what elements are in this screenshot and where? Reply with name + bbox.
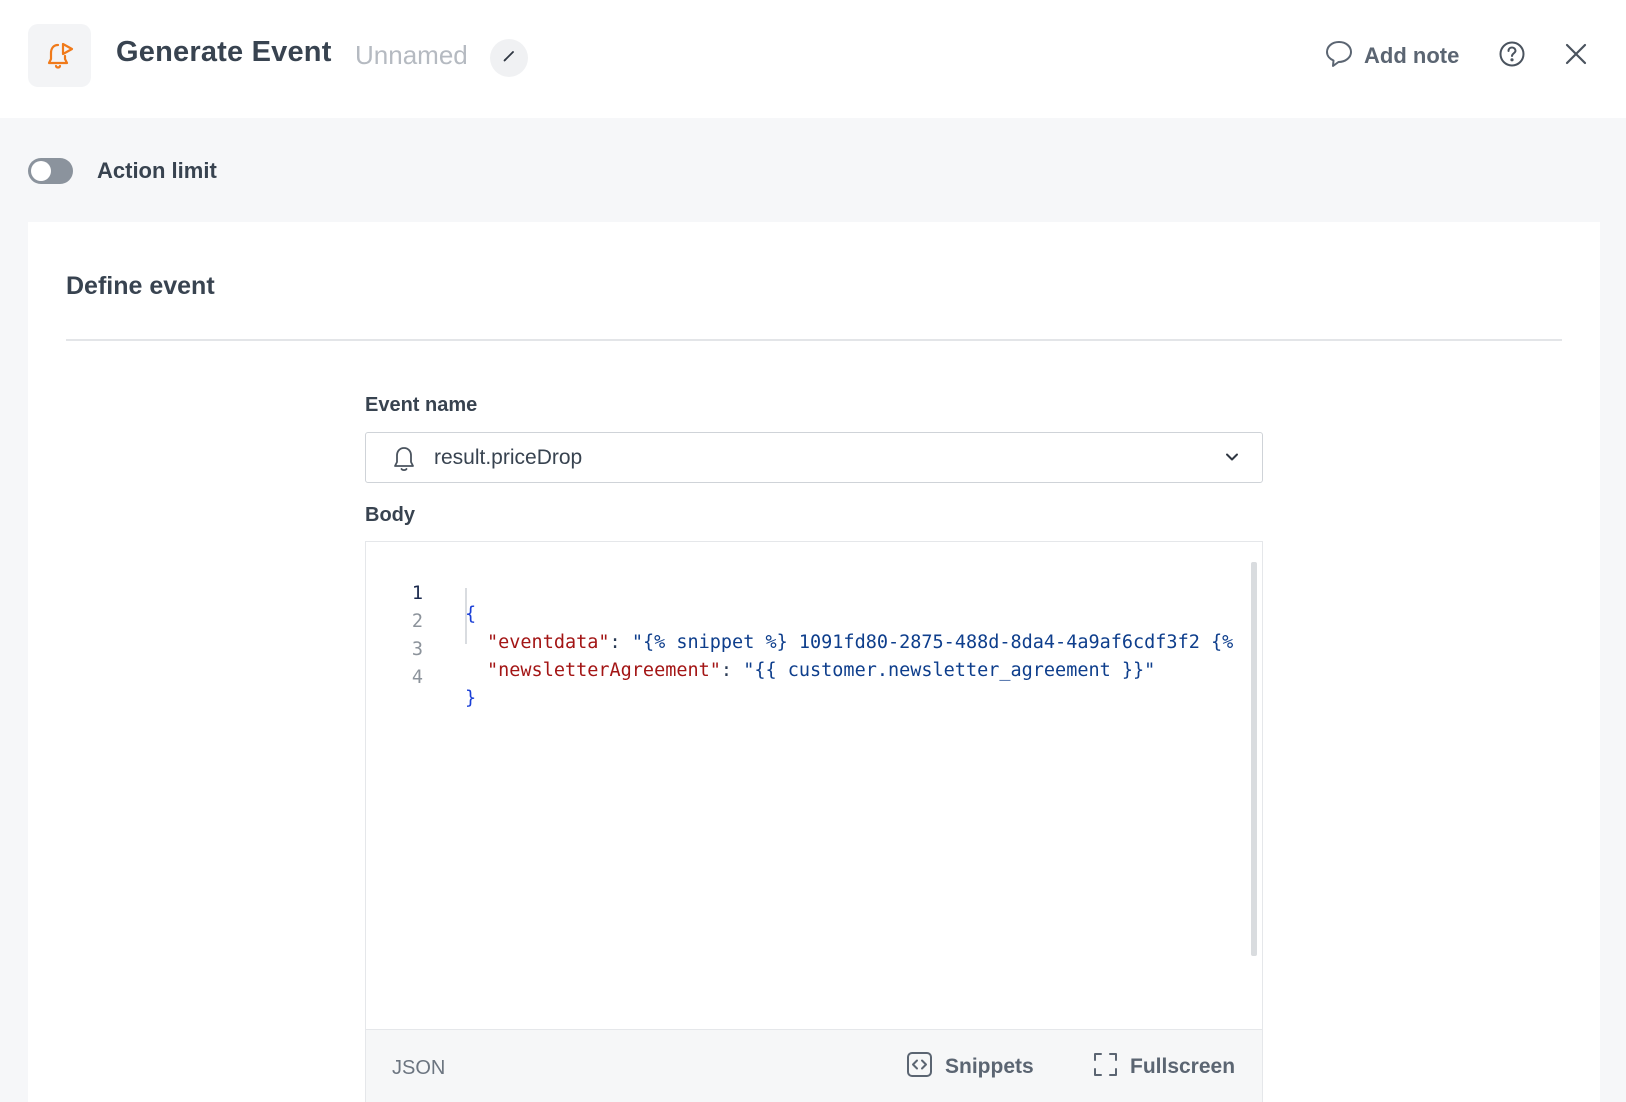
snippets-label: Snippets: [945, 1055, 1034, 1078]
toggle-knob: [31, 161, 51, 181]
section-title: Define event: [66, 272, 215, 300]
question-circle-icon: [1498, 40, 1526, 73]
add-note-label: Add note: [1364, 43, 1460, 68]
code-line: 4 }: [366, 646, 1246, 709]
fullscreen-icon: [1093, 1052, 1118, 1082]
pencil-icon: [502, 49, 516, 68]
close-button[interactable]: [1560, 40, 1592, 72]
body-label: Body: [365, 504, 415, 526]
fullscreen-label: Fullscreen: [1130, 1055, 1236, 1078]
line-number: 4: [411, 667, 423, 688]
fullscreen-button[interactable]: Fullscreen: [1093, 1052, 1235, 1082]
code-line: 1 {: [366, 562, 1246, 625]
snippets-button[interactable]: Snippets: [906, 1052, 1034, 1082]
section-divider: [66, 339, 1562, 341]
close-icon: [1565, 43, 1587, 70]
event-name-select[interactable]: result.priceDrop: [365, 432, 1263, 483]
add-note-button[interactable]: Add note: [1324, 38, 1459, 74]
event-name-value: result.priceDrop: [434, 446, 583, 469]
bell-icon: [392, 446, 416, 477]
code-area[interactable]: 1 { 2 "eventdata": "{% snippet %} 1091fd…: [366, 542, 1246, 1029]
code-line: 3 "newsletterAgreement": "{{ customer.ne…: [366, 618, 1246, 681]
editor-footer: JSON Snippets Fullscreen: [366, 1029, 1262, 1102]
json-code-editor[interactable]: 1 { 2 "eventdata": "{% snippet %} 1091fd…: [365, 541, 1263, 1102]
event-name-label: Event name: [365, 394, 478, 416]
edit-name-button[interactable]: [490, 39, 528, 77]
code-line: 2 "eventdata": "{% snippet %} 1091fd80-2…: [366, 590, 1246, 653]
page-title: Generate Event: [116, 36, 332, 68]
generate-event-icon: [28, 24, 91, 87]
vertical-scrollbar[interactable]: [1251, 562, 1257, 956]
help-button[interactable]: [1496, 40, 1528, 72]
language-label: JSON: [392, 1057, 446, 1079]
define-event-card: Define event Event name result.priceDrop…: [28, 222, 1600, 1102]
action-limit-toggle[interactable]: [28, 158, 73, 184]
event-name-placeholder: Unnamed: [355, 40, 468, 70]
action-limit-label: Action limit: [97, 158, 217, 183]
speech-bubble-icon: [1324, 39, 1354, 74]
code-brackets-icon: [906, 1051, 933, 1083]
code-text: }: [465, 688, 477, 709]
header: Generate Event Unnamed Add note: [0, 0, 1626, 118]
chevron-down-icon: [1224, 449, 1240, 470]
